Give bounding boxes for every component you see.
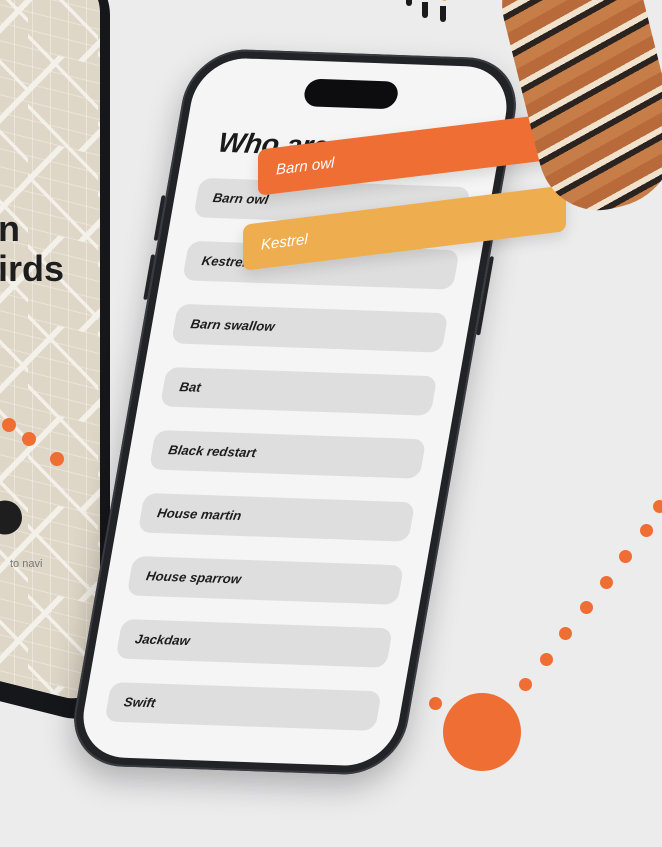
- dynamic-island-icon: [302, 78, 400, 110]
- list-item-label: Swift: [122, 694, 157, 711]
- map-hint-partial: to navi: [10, 557, 43, 570]
- list-item-label: Kestrel: [200, 253, 248, 270]
- floating-tag-label: Barn owl: [276, 154, 335, 179]
- navigation-arrow-icon[interactable]: [0, 500, 22, 535]
- list-item[interactable]: House martin: [137, 492, 416, 542]
- list-item-label: Jackdaw: [133, 631, 192, 649]
- list-item[interactable]: Swift: [104, 682, 382, 731]
- list-item-label: Bat: [178, 379, 203, 395]
- list-item[interactable]: Jackdaw: [115, 619, 393, 668]
- list-item-label: Black redstart: [167, 442, 258, 461]
- map-title-partial: n irds: [0, 207, 65, 289]
- list-item[interactable]: Black redstart: [148, 429, 427, 479]
- list-item-label: House sparrow: [145, 568, 243, 587]
- floating-tag-label: Kestrel: [261, 230, 308, 254]
- volume-button: [153, 195, 166, 241]
- list-item[interactable]: Bat: [159, 366, 438, 416]
- list-item-label: House martin: [156, 505, 243, 524]
- list-item[interactable]: Barn swallow: [171, 303, 449, 353]
- kestrel-bird-icon: [400, 0, 662, 240]
- map-screen: n irds to navi: [0, 0, 100, 707]
- list-item-label: Barn swallow: [189, 316, 276, 334]
- list-item[interactable]: House sparrow: [126, 555, 405, 605]
- volume-button: [143, 254, 156, 300]
- power-button: [476, 256, 495, 336]
